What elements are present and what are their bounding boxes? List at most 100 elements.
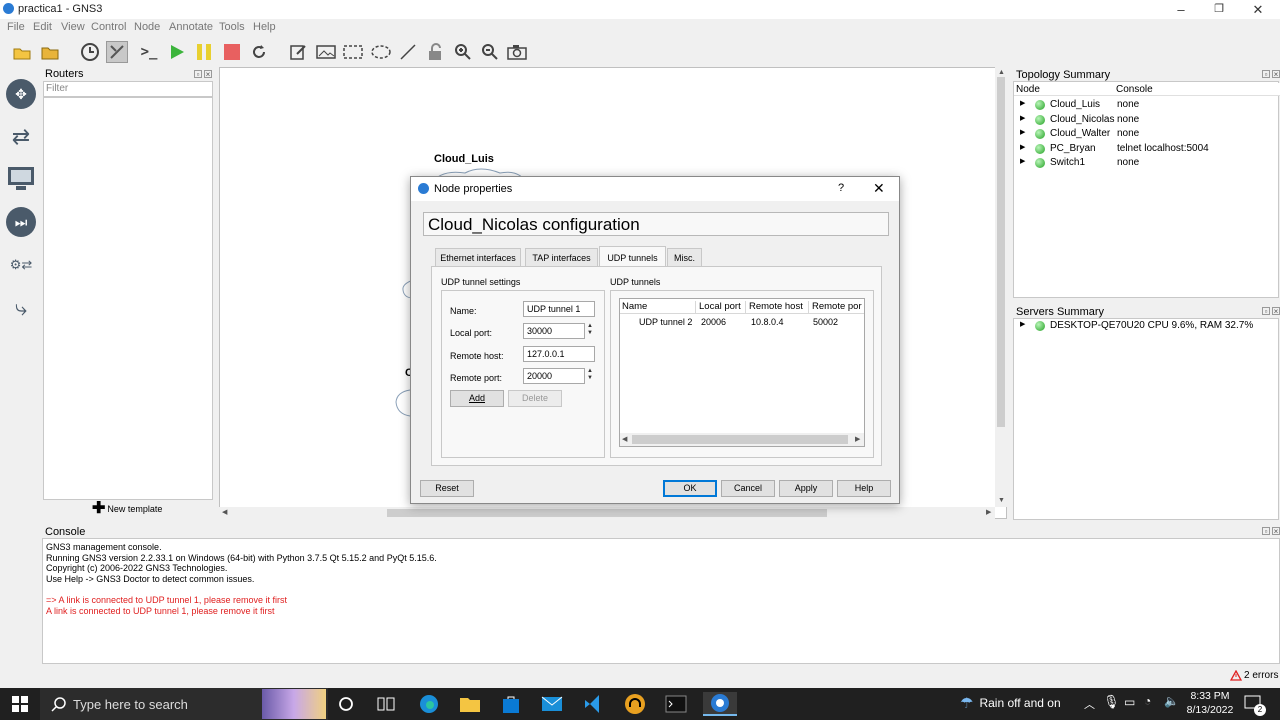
local-port-stepper[interactable]: ▲ ▼ [585, 323, 595, 339]
table-horizontal-scrollbar[interactable]: ◀ ▶ [620, 433, 864, 446]
wifi-icon[interactable]: ◔ [1144, 694, 1151, 708]
expand-arrow-icon[interactable]: ▶ [1020, 157, 1025, 165]
topology-row[interactable]: ▶ PC_Bryan telnet localhost:5004 [1014, 142, 1280, 156]
float-panel-button[interactable]: ▫ [1262, 527, 1270, 536]
help-button[interactable]: Help [837, 480, 891, 497]
errors-indicator[interactable]: 2 errors [1230, 670, 1278, 681]
expand-arrow-icon[interactable]: ▶ [1020, 114, 1025, 122]
remote-host-input[interactable]: 127.0.0.1 [523, 346, 595, 362]
topology-row[interactable]: ▶ Cloud_Luis none [1014, 98, 1280, 112]
switches-category-icon[interactable]: ⇄ [6, 122, 36, 152]
security-devices-category-icon[interactable]: ⏭ [6, 207, 36, 237]
menu-file[interactable]: File [7, 21, 25, 33]
dialog-close-button[interactable]: ✕ [873, 180, 885, 197]
close-panel-button[interactable]: × [1272, 307, 1280, 316]
minimize-button[interactable]: – [1171, 2, 1191, 17]
all-devices-category-icon[interactable]: ⚙⇄ [6, 250, 36, 280]
end-devices-category-icon[interactable] [6, 164, 36, 194]
zoom-out-icon[interactable] [479, 41, 501, 63]
console-all-icon[interactable]: >_ [138, 41, 160, 63]
menu-help[interactable]: Help [253, 21, 276, 33]
template-list[interactable] [43, 97, 213, 500]
routers-category-icon[interactable]: ✥ [6, 79, 36, 109]
column-header-name[interactable]: Name [622, 301, 696, 314]
notification-center-icon[interactable]: 2 [1244, 694, 1266, 716]
draw-rectangle-icon[interactable] [342, 41, 364, 63]
menu-view[interactable]: View [61, 21, 85, 33]
apply-button[interactable]: Apply [779, 480, 833, 497]
canvas-vertical-scrollbar[interactable]: ▲ ▼ [995, 67, 1007, 507]
volume-icon[interactable]: 🔈 [1164, 694, 1179, 708]
float-panel-button[interactable]: ▫ [1262, 307, 1270, 316]
cancel-button[interactable]: Cancel [721, 480, 775, 497]
menu-control[interactable]: Control [91, 21, 126, 33]
column-header-console[interactable]: Console [1116, 84, 1153, 95]
local-port-input[interactable]: 30000 [523, 323, 585, 339]
dialog-help-button[interactable]: ? [838, 182, 844, 194]
float-panel-button[interactable]: ▫ [194, 70, 202, 79]
start-all-icon[interactable] [166, 41, 188, 63]
name-input[interactable]: UDP tunnel 1 [523, 301, 595, 317]
tab-udp-tunnels[interactable]: UDP tunnels [599, 246, 666, 268]
add-button[interactable]: Add [450, 390, 504, 407]
servers-tree[interactable]: ▶ DESKTOP-QE70U20 CPU 9.6%, RAM 32.7% [1013, 318, 1279, 520]
add-note-icon[interactable] [287, 41, 309, 63]
topology-row[interactable]: ▶ Cloud_Nicolas none [1014, 113, 1280, 127]
column-header-local-port[interactable]: Local port [699, 301, 746, 314]
remote-port-stepper[interactable]: ▲ ▼ [585, 368, 595, 384]
tab-ethernet-interfaces[interactable]: Ethernet interfaces [435, 248, 521, 267]
console-output[interactable]: GNS3 management console. Running GNS3 ve… [42, 538, 1280, 664]
microphone-icon[interactable]: 🎙 [1103, 694, 1120, 710]
battery-icon[interactable]: ▭ [1124, 695, 1135, 709]
server-row[interactable]: ▶ DESKTOP-QE70U20 CPU 9.6%, RAM 32.7% [1014, 319, 1280, 333]
insert-image-icon[interactable] [315, 41, 337, 63]
column-header-remote-host[interactable]: Remote host [749, 301, 809, 314]
close-panel-button[interactable]: × [204, 70, 212, 79]
node-label-cloud-luis[interactable]: Cloud_Luis [434, 153, 494, 165]
lock-icon[interactable] [424, 41, 446, 63]
cortana-icon[interactable] [332, 692, 360, 716]
topology-row[interactable]: ▶ Cloud_Walter none [1014, 127, 1280, 141]
close-button[interactable]: ✕ [1248, 2, 1268, 18]
new-template-button[interactable]: ✚ New template [92, 501, 162, 517]
vscode-icon[interactable] [580, 692, 608, 716]
draw-line-icon[interactable] [397, 41, 419, 63]
mail-icon[interactable] [538, 692, 566, 716]
clock[interactable]: 8:33 PM 8/13/2022 [1184, 689, 1236, 717]
open-project-icon[interactable] [39, 41, 61, 63]
canvas-horizontal-scrollbar[interactable]: ◀ ▶ [219, 507, 995, 519]
add-link-icon[interactable]: ⤷ [6, 293, 36, 323]
reload-all-icon[interactable] [248, 41, 270, 63]
reset-button[interactable]: Reset [420, 480, 474, 497]
menu-annotate[interactable]: Annotate [169, 21, 213, 33]
filter-input[interactable]: Filter [43, 81, 213, 97]
expand-arrow-icon[interactable]: ▶ [1020, 99, 1025, 107]
close-panel-button[interactable]: × [1272, 527, 1280, 536]
column-header-node[interactable]: Node [1016, 84, 1040, 95]
tab-tap-interfaces[interactable]: TAP interfaces [525, 248, 598, 267]
file-explorer-icon[interactable] [456, 692, 484, 716]
cloud-partial-icon-2[interactable] [393, 388, 411, 418]
stop-all-icon[interactable] [221, 41, 243, 63]
menu-tools[interactable]: Tools [219, 21, 245, 33]
table-scroll-thumb[interactable] [632, 435, 848, 444]
remote-port-input[interactable]: 20000 [523, 368, 585, 384]
column-header-remote-port[interactable]: Remote por [812, 301, 864, 314]
show-interface-labels-icon[interactable] [106, 41, 128, 63]
maximize-button[interactable]: ❐ [1209, 2, 1229, 15]
topology-row[interactable]: ▶ Switch1 none [1014, 156, 1280, 170]
vertical-scroll-thumb[interactable] [997, 77, 1005, 427]
horizontal-scroll-thumb[interactable] [387, 509, 827, 517]
menu-edit[interactable]: Edit [33, 21, 52, 33]
menu-node[interactable]: Node [134, 21, 160, 33]
float-panel-button[interactable]: ▫ [1262, 70, 1270, 79]
topology-tree[interactable]: Node Console ▶ Cloud_Luis none ▶ Cloud_N… [1013, 81, 1280, 298]
expand-arrow-icon[interactable]: ▶ [1020, 128, 1025, 136]
tab-misc[interactable]: Misc. [667, 248, 702, 267]
ok-button[interactable]: OK [663, 480, 717, 497]
gns3-taskbar-icon[interactable] [703, 692, 737, 716]
snapshot-clock-icon[interactable] [79, 41, 101, 63]
zoom-in-icon[interactable] [452, 41, 474, 63]
expand-arrow-icon[interactable]: ▶ [1020, 320, 1025, 328]
terminal-icon[interactable] [662, 692, 690, 716]
